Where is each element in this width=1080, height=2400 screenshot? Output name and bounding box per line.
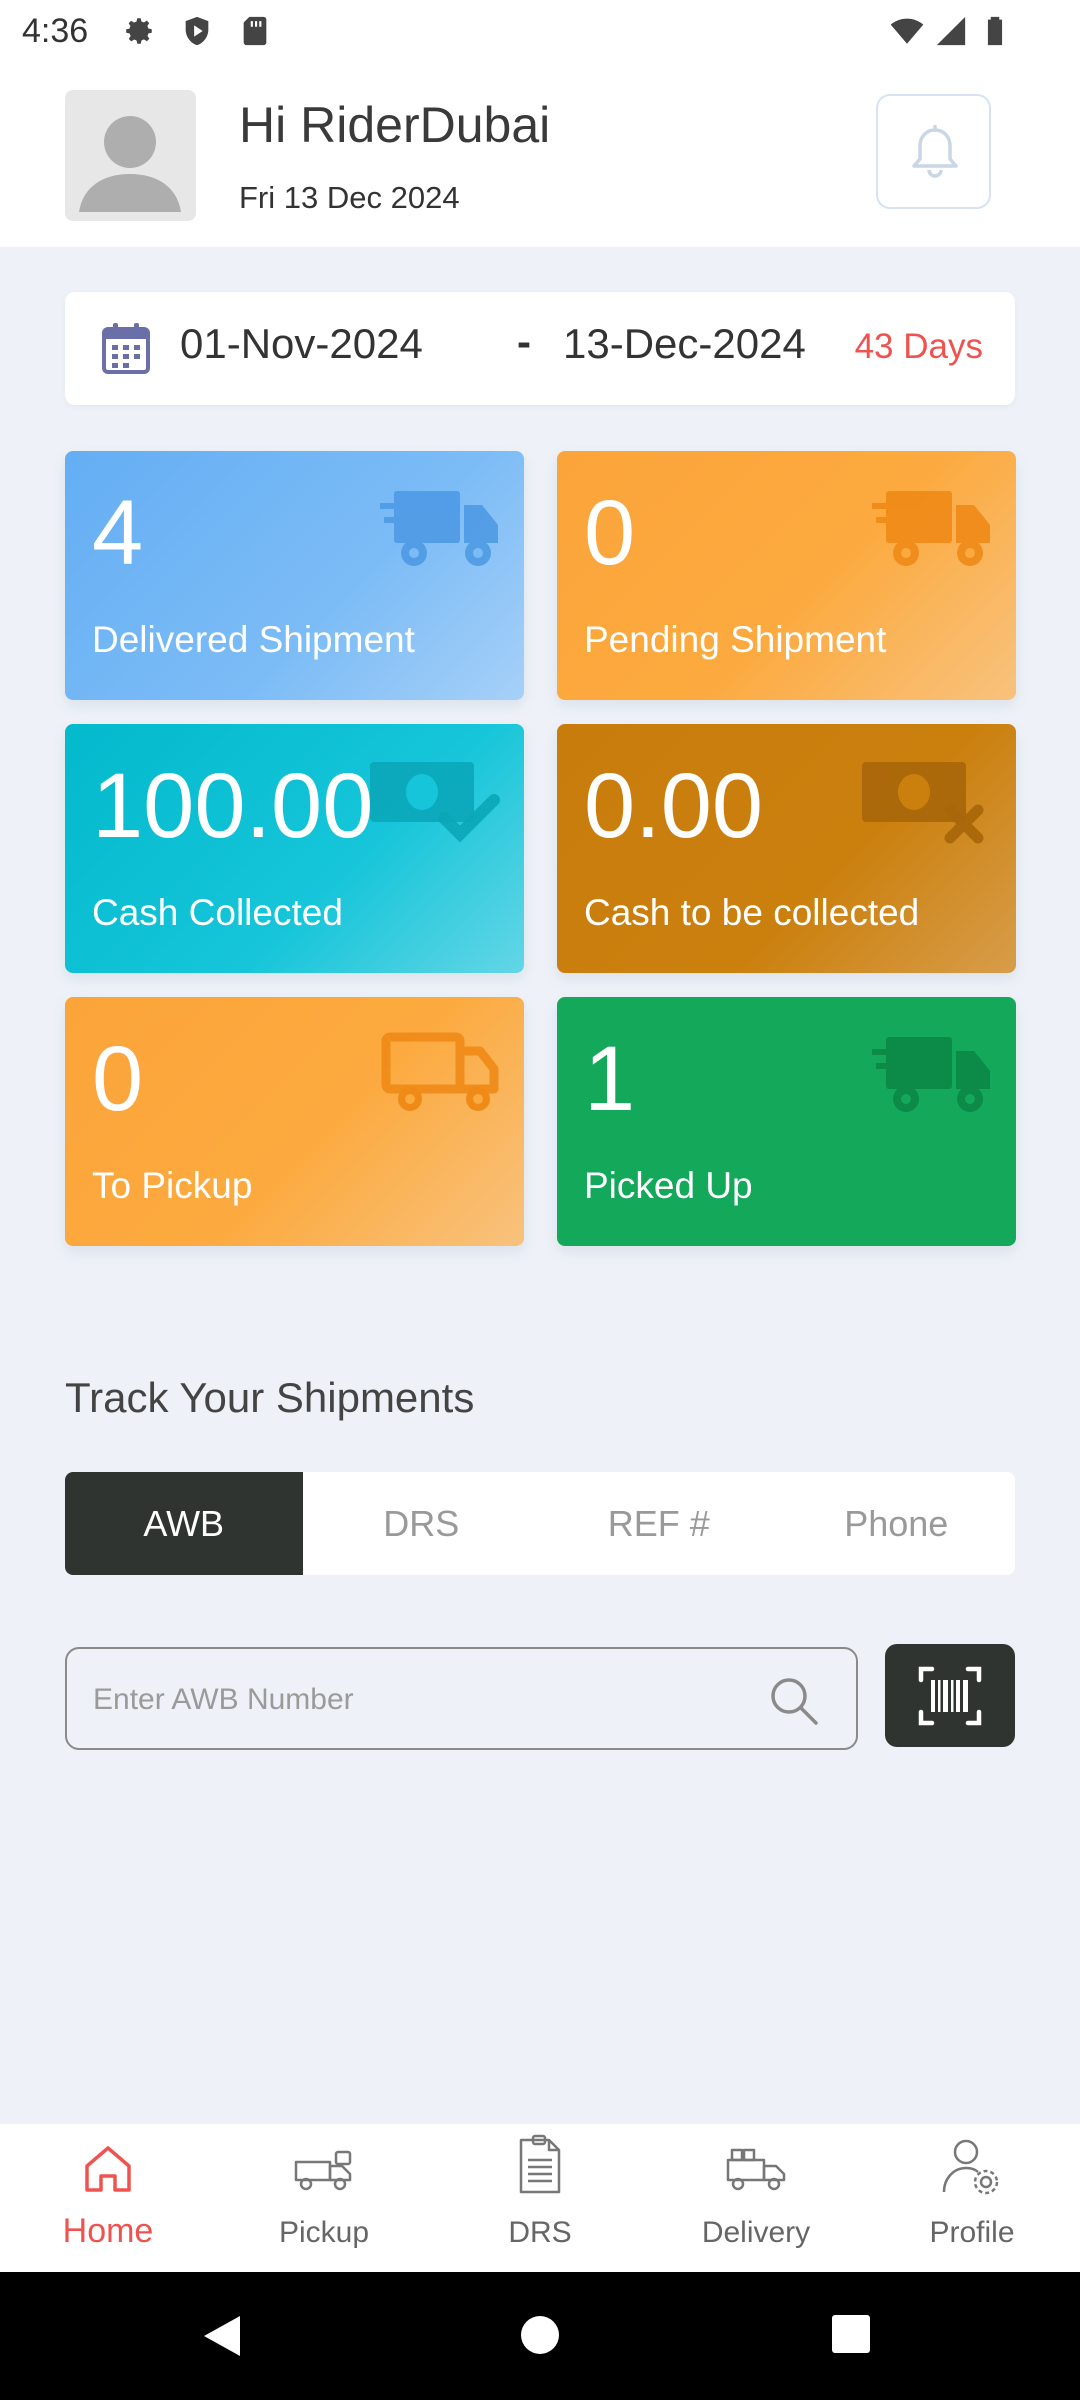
nav-label: Home (62, 2212, 154, 2250)
system-navigation-bar (0, 2272, 1080, 2400)
truck-icon (872, 491, 990, 566)
date-range-selector[interactable]: 01-Nov-2024 - 13-Dec-2024 43 Days (65, 292, 1015, 405)
bell-icon (912, 125, 958, 178)
search-icon[interactable] (768, 1675, 820, 1727)
profile-settings-icon (942, 2139, 999, 2195)
tile-pending-shipment[interactable]: 0 Pending Shipment (557, 451, 1016, 700)
range-days-count: 43 Days (854, 327, 983, 366)
header: Hi RiderDubai Fri 13 Dec 2024 (0, 62, 1080, 247)
nav-label: Pickup (278, 2216, 370, 2249)
tab-drs[interactable]: DRS (303, 1472, 541, 1575)
barcode-scan-icon (918, 1666, 982, 1726)
tab-ref[interactable]: REF # (540, 1472, 778, 1575)
wifi-icon (890, 18, 924, 44)
status-bar: 4:36 (0, 0, 1080, 62)
barcode-scan-button[interactable] (885, 1644, 1015, 1747)
tile-to-pickup[interactable]: 0 To Pickup (65, 997, 524, 1246)
recents-icon[interactable] (831, 2314, 871, 2354)
delivery-truck-icon (726, 2148, 786, 2191)
sd-card-icon (243, 16, 267, 46)
document-icon (519, 2134, 561, 2194)
nav-home[interactable]: Home (0, 2124, 216, 2272)
truck-outline-icon (381, 1032, 499, 1111)
tab-phone[interactable]: Phone (778, 1472, 1016, 1575)
nav-label: DRS (508, 2216, 572, 2249)
range-start-date[interactable]: 01-Nov-2024 (180, 320, 423, 368)
avatar[interactable] (65, 90, 196, 221)
home-icon (85, 2146, 131, 2192)
tile-cash-collected[interactable]: 100.00 Cash Collected (65, 724, 524, 973)
awb-search-input[interactable] (91, 1669, 735, 1731)
gear-icon (126, 18, 152, 44)
range-end-date[interactable]: 13-Dec-2024 (563, 320, 806, 368)
shield-icon (185, 16, 209, 46)
pickup-truck-icon (294, 2150, 352, 2191)
home-button-icon[interactable] (519, 2314, 561, 2356)
notifications-button[interactable] (876, 94, 991, 209)
nav-delivery[interactable]: Delivery (648, 2124, 864, 2272)
current-date: Fri 13 Dec 2024 (239, 180, 460, 215)
user-placeholder-icon (79, 116, 181, 212)
calendar-icon (102, 323, 150, 374)
nav-label: Profile (929, 2216, 1015, 2249)
tile-label: Cash Collected (92, 892, 343, 933)
tile-label: To Pickup (92, 1165, 253, 1206)
signal-icon (936, 16, 966, 46)
tile-label: Picked Up (584, 1165, 753, 1206)
truck-icon (380, 491, 498, 566)
nav-pickup[interactable]: Pickup (216, 2124, 432, 2272)
battery-icon (987, 16, 1003, 46)
tile-label: Cash to be collected (584, 892, 920, 933)
tab-awb[interactable]: AWB (65, 1472, 303, 1575)
tile-delivered-shipment[interactable]: 4 Delivered Shipment (65, 451, 524, 700)
tile-label: Pending Shipment (584, 619, 887, 660)
range-separator: - (517, 318, 531, 365)
nav-drs[interactable]: DRS (432, 2124, 648, 2272)
track-type-tabs: AWB DRS REF # Phone (65, 1472, 1015, 1575)
tile-value: 0 (92, 1028, 144, 1130)
status-time: 4:36 (22, 12, 89, 50)
track-section-title: Track Your Shipments (65, 1374, 475, 1421)
greeting-title: Hi RiderDubai (239, 97, 551, 153)
back-icon[interactable] (200, 2314, 244, 2358)
tile-cash-to-be-collected[interactable]: 0.00 Cash to be collected (557, 724, 1016, 973)
tile-value: 0.00 (584, 755, 764, 857)
tile-value: 1 (584, 1028, 636, 1130)
tile-value: 100.00 (92, 755, 374, 857)
awb-search-box (65, 1647, 858, 1750)
tile-label: Delivered Shipment (92, 619, 415, 660)
tile-value: 4 (92, 482, 144, 584)
cash-check-icon (370, 762, 500, 843)
tile-picked-up[interactable]: 1 Picked Up (557, 997, 1016, 1246)
nav-profile[interactable]: Profile (864, 2124, 1080, 2272)
tile-value: 0 (584, 482, 636, 584)
cash-cross-icon (862, 762, 984, 844)
truck-icon (872, 1037, 990, 1112)
nav-label: Delivery (701, 2216, 811, 2249)
bottom-navigation: Home Pickup DRS Delivery Profile (0, 2124, 1080, 2272)
